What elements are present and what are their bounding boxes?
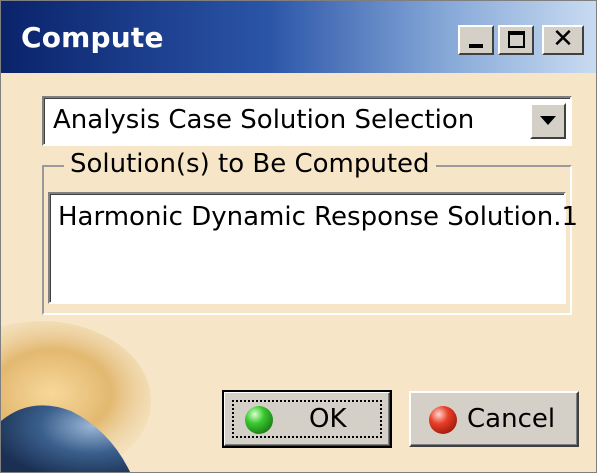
solution-selection-dropdown[interactable]: Analysis Case Solution Selection xyxy=(42,96,572,146)
window-title: Compute xyxy=(21,21,164,54)
title-bar[interactable]: Compute ✕ xyxy=(1,1,596,73)
minimize-icon xyxy=(469,44,483,48)
compute-dialog: Compute ✕ Analysis Case Solution Selecti… xyxy=(0,0,597,473)
close-icon: ✕ xyxy=(552,24,574,54)
maximize-icon xyxy=(508,31,525,48)
close-button[interactable]: ✕ xyxy=(542,24,584,55)
maximize-button[interactable] xyxy=(498,25,534,55)
solutions-list[interactable]: Harmonic Dynamic Response Solution.1 xyxy=(48,192,578,304)
green-ball-icon xyxy=(245,406,273,434)
red-ball-icon xyxy=(429,406,457,434)
ok-button[interactable]: OK xyxy=(222,390,392,448)
cancel-button-label: Cancel xyxy=(467,404,556,434)
cancel-button[interactable]: Cancel xyxy=(409,391,579,447)
group-box-label: Solution(s) to Be Computed xyxy=(64,149,436,179)
list-item[interactable]: Harmonic Dynamic Response Solution.1 xyxy=(58,202,578,232)
dropdown-selected-value: Analysis Case Solution Selection xyxy=(53,105,475,135)
minimize-button[interactable] xyxy=(458,25,494,55)
dropdown-arrow-button[interactable] xyxy=(530,103,566,139)
ok-button-label: OK xyxy=(309,404,347,434)
chevron-down-icon xyxy=(540,116,556,125)
